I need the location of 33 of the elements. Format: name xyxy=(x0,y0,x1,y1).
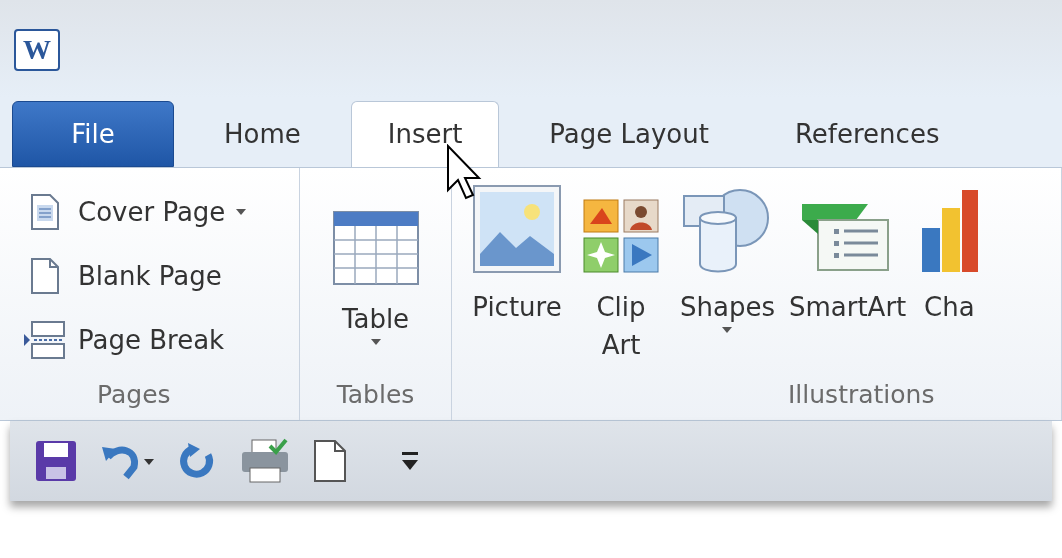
ribbon-button[interactable]: Clip Art xyxy=(576,180,666,376)
ribbon-tab[interactable]: Insert xyxy=(350,101,500,167)
ribbon-tab[interactable]: Page Layout xyxy=(513,101,745,167)
printer-icon[interactable] xyxy=(240,438,290,484)
new-document-icon[interactable] xyxy=(312,439,348,483)
caret-icon xyxy=(721,326,734,334)
clip-art-icon xyxy=(582,198,660,274)
customize-toolbar-icon[interactable] xyxy=(400,450,420,472)
caret-icon xyxy=(369,338,382,346)
ribbon-button[interactable]: Cha xyxy=(920,180,979,376)
ribbon-button[interactable]: Cover Page xyxy=(22,188,299,236)
landscape-picture-icon xyxy=(472,184,562,274)
group-label: Tables xyxy=(335,379,416,411)
ribbon-tab[interactable]: References xyxy=(758,101,976,167)
file-tab[interactable]: File xyxy=(12,101,174,167)
document-icon xyxy=(28,193,62,231)
ribbon-button[interactable]: SmartArt xyxy=(788,180,907,376)
ribbon-button[interactable]: Blank Page xyxy=(22,252,299,300)
ribbon-button[interactable]: Picture xyxy=(472,180,562,376)
mouse-cursor-icon xyxy=(446,144,482,200)
table-icon xyxy=(331,210,420,286)
ribbon-button[interactable]: Shapes xyxy=(680,180,775,376)
ribbon-button[interactable]: Page Break xyxy=(22,316,299,364)
ribbon-tab[interactable]: Home xyxy=(188,101,337,167)
save-icon[interactable] xyxy=(34,439,78,483)
group-label: Illustrations xyxy=(787,379,936,411)
ribbon-button[interactable]: Table xyxy=(300,180,451,376)
caret-icon xyxy=(235,208,248,216)
app-logo[interactable]: W xyxy=(14,28,60,71)
blank-page-icon xyxy=(28,257,62,295)
bar-chart-icon xyxy=(920,188,979,274)
group-label: Pages xyxy=(96,379,172,411)
page-break-icon xyxy=(22,320,68,360)
